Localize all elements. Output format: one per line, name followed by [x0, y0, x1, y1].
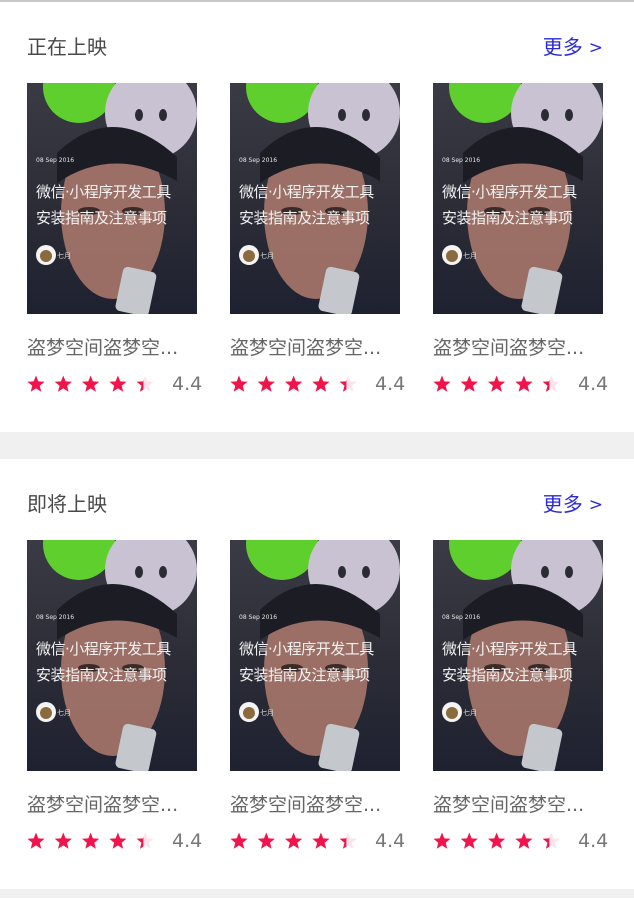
star-fill [515, 375, 533, 392]
star-fill [312, 832, 330, 849]
poster-title: 微信·小程序开发工具 安装指南及注意事项 [442, 183, 577, 227]
movie-title: 盗梦空间盗梦空... [27, 337, 179, 359]
movie-poster: 08 Sep 2016 微信·小程序开发工具 安装指南及注意事项七月 [433, 83, 603, 314]
star-fill [433, 832, 451, 849]
more-link[interactable]: 更多 > [543, 490, 603, 520]
poster-date: 08 Sep 2016 [36, 614, 75, 621]
poster-author: 七月 [57, 709, 71, 717]
star-fill [257, 832, 275, 849]
poster-title: 微信·小程序开发工具 安装指南及注意事项 [239, 640, 374, 684]
star-fill [54, 375, 72, 392]
section-title: 正在上映 [27, 35, 107, 59]
poster-title: 微信·小程序开发工具 安装指南及注意事项 [239, 183, 374, 227]
star-fill [54, 832, 72, 849]
rating-score: 4.4 [578, 830, 609, 852]
chevron-right-icon: > [588, 38, 603, 58]
poster-title: 微信·小程序开发工具 安装指南及注意事项 [442, 640, 577, 684]
poster-date: 08 Sep 2016 [239, 157, 278, 164]
rating: 4.4 [27, 829, 205, 853]
movie-title: 盗梦空间盗梦空... [230, 337, 382, 359]
star-fill [82, 832, 100, 849]
star-fill [488, 375, 506, 392]
rating-score: 4.4 [172, 830, 203, 852]
movie-card[interactable]: 08 Sep 2016 微信·小程序开发工具 安装指南及注意事项七月 盗梦空间盗梦空… [230, 83, 405, 396]
star-fill [515, 832, 533, 849]
star-fill [488, 832, 506, 849]
rating: 4.4 [433, 829, 611, 853]
movie-card[interactable]: 08 Sep 2016 微信·小程序开发工具 安装指南及注意事项七月 盗梦空间盗梦空… [230, 540, 405, 853]
star-rating [433, 375, 560, 392]
star-fill [230, 375, 248, 392]
movie-poster: 08 Sep 2016 微信·小程序开发工具 安装指南及注意事项七月 [230, 83, 400, 314]
rating-score: 4.4 [375, 830, 406, 852]
movie-title: 盗梦空间盗梦空... [433, 794, 585, 816]
star-fill [109, 375, 127, 392]
star-fill [460, 375, 478, 392]
poster-date: 08 Sep 2016 [442, 157, 481, 164]
movie-card[interactable]: 08 Sep 2016 微信·小程序开发工具 安装指南及注意事项七月 盗梦空间盗梦空… [433, 540, 608, 853]
rating-score: 4.4 [578, 373, 609, 395]
star-fill [433, 375, 451, 392]
poster-title: 微信·小程序开发工具 安装指南及注意事项 [36, 640, 171, 684]
poster-title: 微信·小程序开发工具 安装指南及注意事项 [36, 183, 171, 227]
coming-soon-section: 即将上映 更多 > 08 Sep 2016 微信·小程序开发工具 安装指南及注意事项七… [0, 459, 634, 889]
movie-poster: 08 Sep 2016 微信·小程序开发工具 安装指南及注意事项七月 [27, 83, 197, 314]
movie-card[interactable]: 08 Sep 2016 微信·小程序开发工具 安装指南及注意事项七月 盗梦空间盗梦空… [27, 540, 202, 853]
movie-card[interactable]: 08 Sep 2016 微信·小程序开发工具 安装指南及注意事项七月 盗梦空间盗梦空… [27, 83, 202, 396]
star-fill [257, 375, 275, 392]
star-rating [230, 375, 357, 392]
poster-author: 七月 [463, 709, 477, 717]
star-fill [285, 832, 303, 849]
poster-date: 08 Sep 2016 [239, 614, 278, 621]
star-rating [230, 832, 357, 849]
movie-poster: 08 Sep 2016 微信·小程序开发工具 安装指南及注意事项七月 [27, 540, 197, 771]
star-fill [312, 375, 330, 392]
rating: 4.4 [230, 829, 408, 853]
rating: 4.4 [27, 372, 205, 396]
rating: 4.4 [433, 372, 611, 396]
star-fill [460, 832, 478, 849]
star-fill [230, 832, 248, 849]
now-showing-section: 正在上映 更多 > 08 Sep 2016 微信·小程序开发工具 安装指南及注意事项七… [0, 2, 634, 432]
star-rating [433, 832, 560, 849]
poster-author: 七月 [260, 709, 274, 717]
poster-date: 08 Sep 2016 [442, 614, 481, 621]
rating-score: 4.4 [172, 373, 203, 395]
movie-title: 盗梦空间盗梦空... [27, 794, 179, 816]
chevron-right-icon: > [588, 495, 603, 515]
poster-author: 七月 [463, 252, 477, 260]
poster-date: 08 Sep 2016 [36, 157, 75, 164]
movie-title: 盗梦空间盗梦空... [230, 794, 382, 816]
more-link[interactable]: 更多 > [543, 33, 603, 63]
star-fill [109, 832, 127, 849]
more-label: 更多 [542, 492, 583, 516]
star-rating [27, 375, 154, 392]
rating: 4.4 [230, 372, 408, 396]
rating-score: 4.4 [375, 373, 406, 395]
movie-poster: 08 Sep 2016 微信·小程序开发工具 安装指南及注意事项七月 [433, 540, 603, 771]
more-label: 更多 [542, 35, 583, 59]
movie-card[interactable]: 08 Sep 2016 微信·小程序开发工具 安装指南及注意事项七月 盗梦空间盗梦空… [433, 83, 608, 396]
star-fill [27, 375, 45, 392]
poster-author: 七月 [57, 252, 71, 260]
poster-author: 七月 [260, 252, 274, 260]
movie-poster: 08 Sep 2016 微信·小程序开发工具 安装指南及注意事项七月 [230, 540, 400, 771]
star-fill [27, 832, 45, 849]
movie-title: 盗梦空间盗梦空... [433, 337, 585, 359]
star-rating [27, 832, 154, 849]
section-title: 即将上映 [27, 492, 107, 516]
star-fill [82, 375, 100, 392]
star-fill [285, 375, 303, 392]
